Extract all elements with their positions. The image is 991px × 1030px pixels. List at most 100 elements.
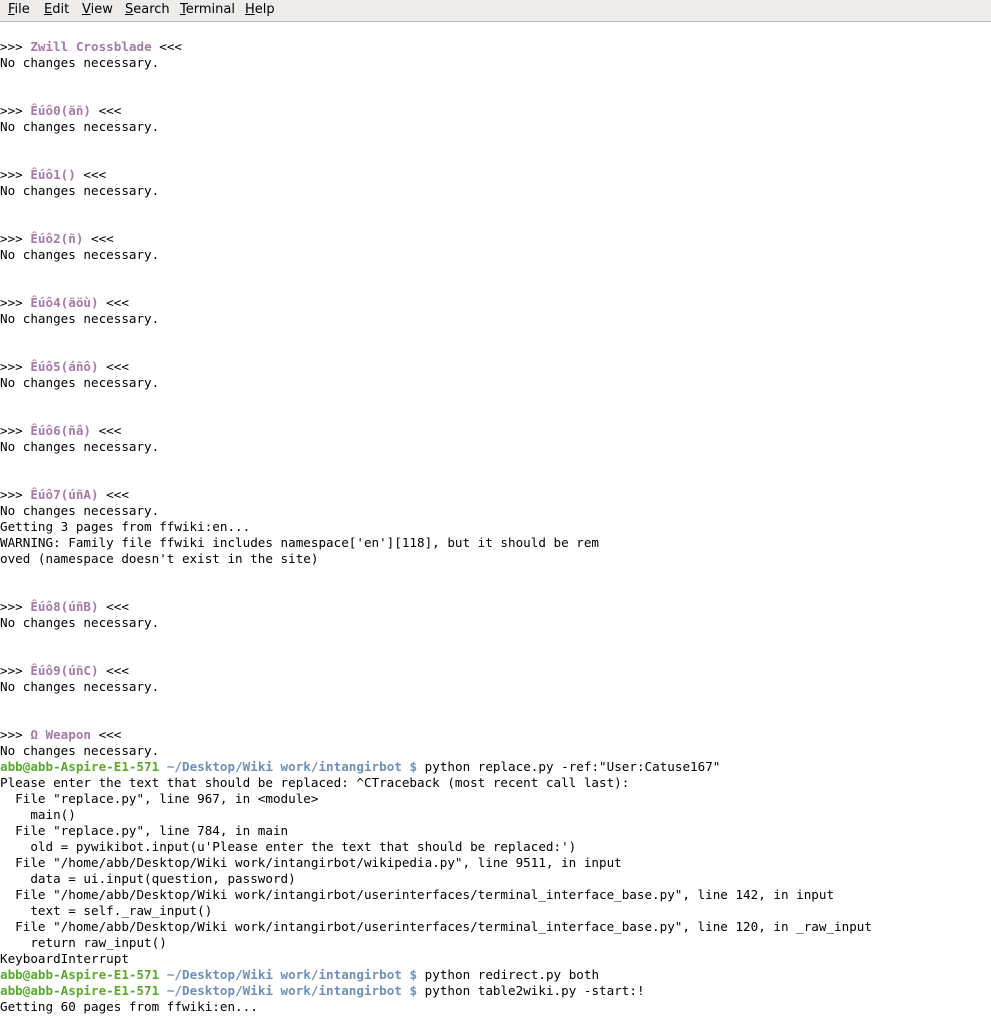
output-line: WARNING: Family file ffwiki includes nam… (0, 535, 599, 550)
output-line: No changes necessary. (0, 679, 160, 694)
prompt-path: ~/Desktop/Wiki work/intangirbot (166, 967, 402, 982)
page-header-line: >>> Êúô8(úñB) <<< (0, 599, 129, 614)
menu-label: elp (254, 2, 275, 17)
output-line: No changes necessary. (0, 743, 160, 758)
output-line: oved (namespace doesn't exist in the sit… (0, 551, 319, 566)
page-header-line: >>> Êúô9(úñC) <<< (0, 663, 129, 678)
page-title: Êúô4(äöù) (30, 295, 99, 310)
prompt-path: ~/Desktop/Wiki work/intangirbot (166, 759, 402, 774)
output-line: text = self._raw_input() (0, 903, 213, 918)
command-text: python replace.py -ref:"User:Catuse167" (424, 759, 721, 774)
menu-view[interactable]: View (82, 2, 113, 17)
prompt-line: abb@abb-Aspire-E1-571 ~/Desktop/Wiki wor… (0, 967, 991, 983)
output-line: No changes necessary. (0, 119, 160, 134)
menu-mnemonic: E (44, 2, 53, 17)
page-title: Êúô1() (30, 167, 76, 182)
menu-label: erminal (185, 2, 235, 17)
prompt-user-host: abb@abb-Aspire-E1-571 (0, 759, 160, 774)
page-title: Êúô5(áñô) (30, 359, 99, 374)
page-title: Zwill Crossblade (30, 39, 152, 54)
prompt-symbol: $ (409, 983, 418, 998)
page-header-line: >>> Êúô0(äñ) <<< (0, 103, 122, 118)
menu-edit[interactable]: Edit (44, 2, 69, 17)
page-header-line: >>> Êúô7(úñA) <<< (0, 487, 129, 502)
output-line: No changes necessary. (0, 183, 160, 198)
page-header-line: >>> Zwill Crossblade <<< (0, 39, 183, 54)
command-text: python redirect.py both (424, 967, 600, 982)
menu-label: iew (90, 2, 113, 17)
output-line: No changes necessary. (0, 439, 160, 454)
output-line: No changes necessary. (0, 503, 160, 518)
prompt-user-host: abb@abb-Aspire-E1-571 (0, 983, 160, 998)
output-line: KeyboardInterrupt (0, 951, 129, 966)
command-text: python table2wiki.py -start:! (424, 983, 645, 998)
output-line: No changes necessary. (0, 311, 160, 326)
output-line: File "/home/abb/Desktop/Wiki work/intang… (0, 855, 622, 870)
page-header-line: >>> Êúô5(áñô) <<< (0, 359, 129, 374)
page-header-line: >>> Ω Weapon <<< (0, 727, 122, 742)
prompt-line: abb@abb-Aspire-E1-571 ~/Desktop/Wiki wor… (0, 759, 991, 775)
output-line: No changes necessary. (0, 247, 160, 262)
output-line: No changes necessary. (0, 615, 160, 630)
page-title: Êúô7(úñA) (30, 487, 99, 502)
output-line: File "replace.py", line 967, in <module> (0, 791, 319, 806)
prompt-line: abb@abb-Aspire-E1-571 ~/Desktop/Wiki wor… (0, 983, 991, 999)
output-line: File "/home/abb/Desktop/Wiki work/intang… (0, 919, 872, 934)
menu-file[interactable]: File (8, 2, 30, 17)
page-header-line: >>> Êúô4(äöù) <<< (0, 295, 129, 310)
menu-terminal[interactable]: Terminal (180, 2, 235, 17)
menu-help[interactable]: Help (245, 2, 275, 17)
output-line: main() (0, 807, 76, 822)
page-header-line: >>> Êúô6(ñâ) <<< (0, 423, 122, 438)
output-line: data = ui.input(question, password) (0, 871, 296, 886)
terminal-output[interactable]: >>> Zwill Crossblade <<< No changes neces… (0, 23, 991, 1030)
page-title: Êúô8(úñB) (30, 599, 99, 614)
menu-mnemonic: V (82, 2, 91, 17)
output-line: File "/home/abb/Desktop/Wiki work/intang… (0, 887, 835, 902)
page-title: Êúô2(ñ) (30, 231, 84, 246)
output-line: old = pywikibot.input(u'Please enter the… (0, 839, 577, 854)
menu-bar: File Edit View Search Terminal Help (0, 0, 991, 22)
menu-label: dit (52, 2, 70, 17)
menu-search[interactable]: Search (125, 2, 170, 17)
page-title: Êúô0(äñ) (30, 103, 92, 118)
output-line: return raw_input() (0, 935, 167, 950)
output-line: No changes necessary. (0, 375, 160, 390)
menu-mnemonic: H (245, 2, 255, 17)
page-title: Êúô9(úñC) (30, 663, 99, 678)
output-line: Getting 3 pages from ffwiki:en... (0, 519, 251, 534)
prompt-symbol: $ (409, 967, 418, 982)
prompt-symbol: $ (409, 759, 418, 774)
output-line: File "replace.py", line 784, in main (0, 823, 289, 838)
prompt-user-host: abb@abb-Aspire-E1-571 (0, 967, 160, 982)
output-line: Please enter the text that should be rep… (0, 775, 630, 790)
menu-label: ile (14, 2, 30, 17)
menu-label: earch (133, 2, 170, 17)
page-header-line: >>> Êúô1() <<< (0, 167, 107, 182)
prompt-path: ~/Desktop/Wiki work/intangirbot (166, 983, 402, 998)
page-header-line: >>> Êúô2(ñ) <<< (0, 231, 114, 246)
output-line: Getting 60 pages from ffwiki:en... (0, 999, 258, 1014)
page-title: Êúô6(ñâ) (30, 423, 92, 438)
page-title: Ω Weapon (30, 727, 92, 742)
